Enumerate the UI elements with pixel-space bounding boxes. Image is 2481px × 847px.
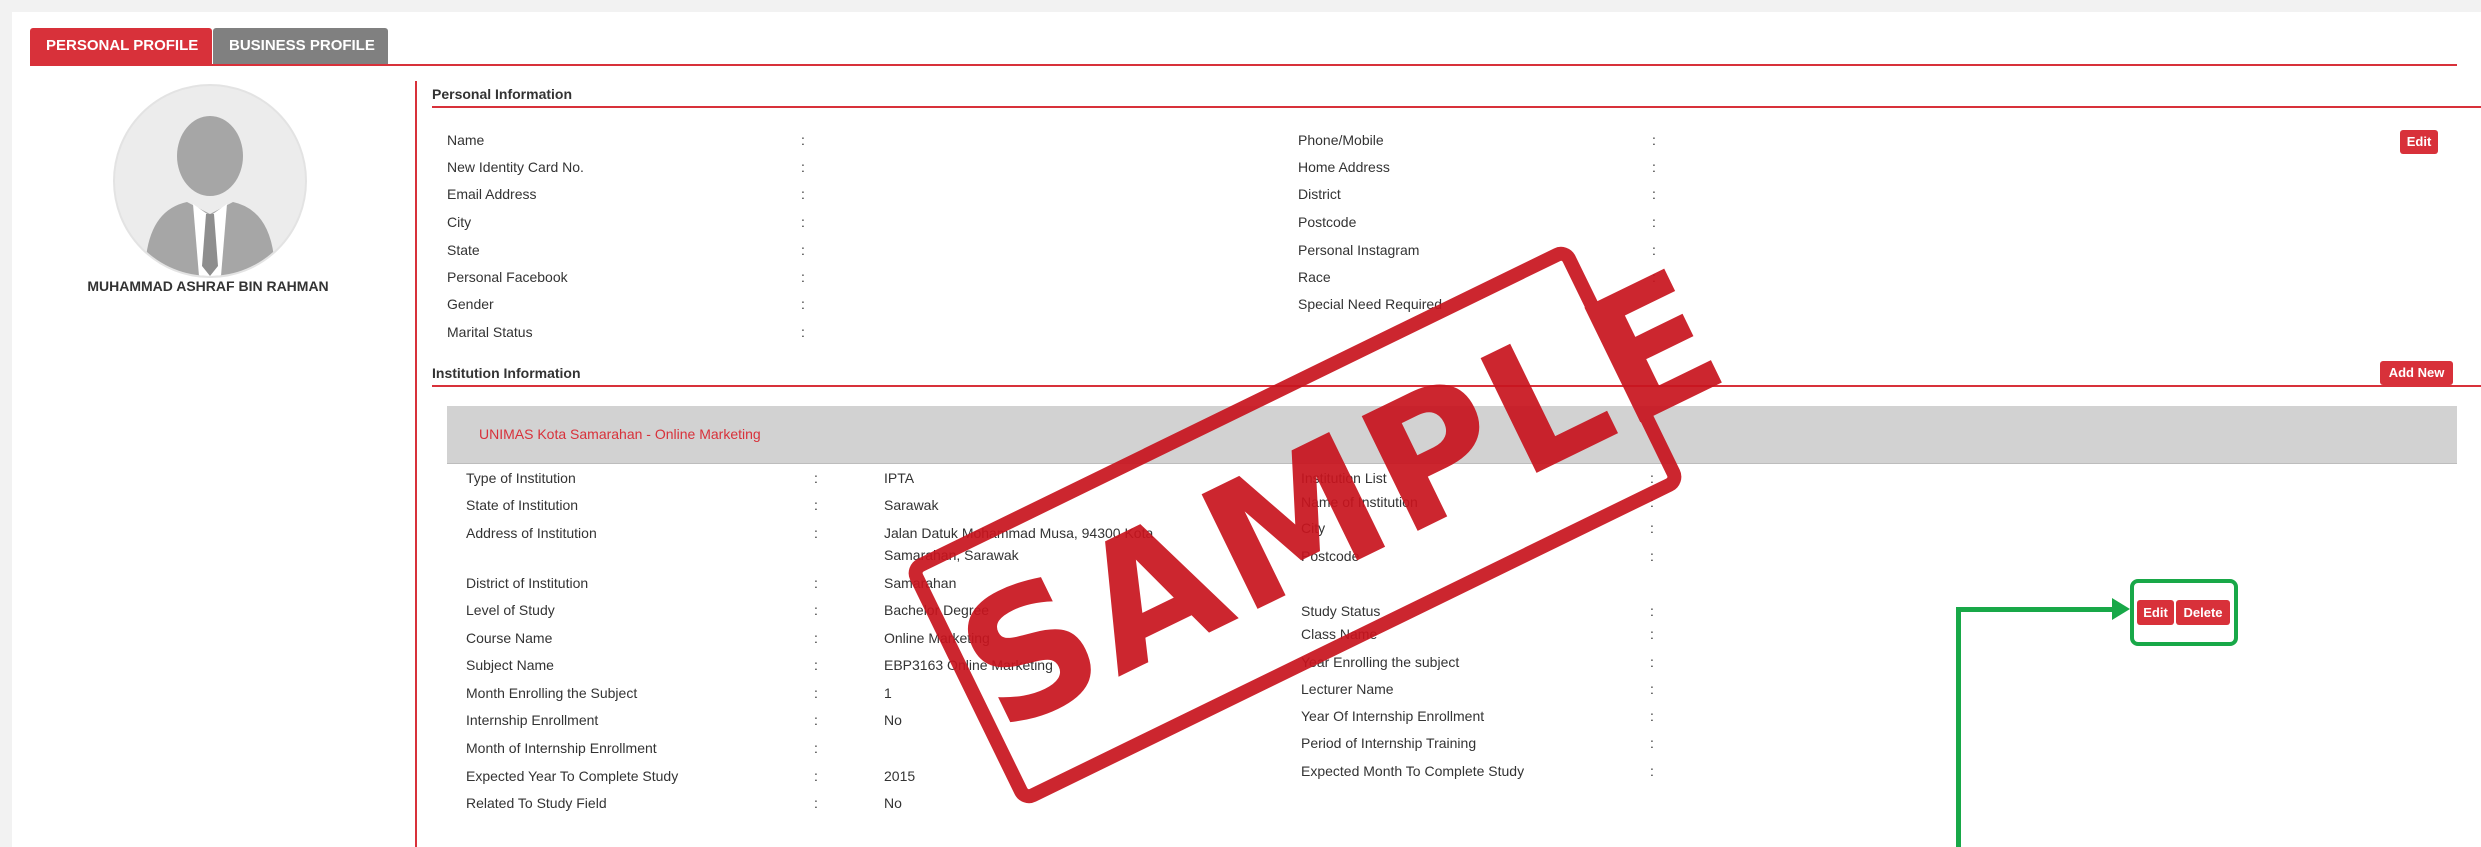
field-label: Level of Study bbox=[466, 602, 555, 618]
field-label: Period of Internship Training bbox=[1301, 735, 1477, 751]
field-label: Marital Status bbox=[447, 324, 533, 340]
colon: : bbox=[1650, 626, 1654, 642]
field-label: Name bbox=[447, 132, 485, 148]
field-label: Course Name bbox=[466, 630, 553, 646]
avatar bbox=[113, 84, 307, 278]
tab-business-profile[interactable]: BUSINESS PROFILE bbox=[213, 28, 388, 64]
colon: : bbox=[1652, 132, 1656, 148]
field-value: IPTA bbox=[884, 470, 915, 486]
colon: : bbox=[814, 470, 818, 486]
field-label: Expected Year To Complete Study bbox=[466, 768, 679, 784]
colon: : bbox=[814, 685, 818, 701]
tab-personal-profile[interactable]: PERSONAL PROFILE bbox=[30, 28, 212, 64]
column-divider bbox=[415, 81, 417, 847]
colon: : bbox=[814, 740, 818, 756]
colon: : bbox=[1652, 159, 1656, 175]
field-label: Year Of Internship Enrollment bbox=[1301, 708, 1485, 724]
colon: : bbox=[1652, 186, 1656, 202]
colon: : bbox=[814, 795, 818, 811]
field-label: Internship Enrollment bbox=[466, 712, 599, 728]
colon: : bbox=[1650, 681, 1654, 697]
field-label: Special Need Required bbox=[1298, 296, 1442, 312]
field-label: Expected Month To Complete Study bbox=[1301, 763, 1525, 779]
colon: : bbox=[1650, 763, 1654, 779]
colon: : bbox=[1650, 708, 1654, 724]
colon: : bbox=[814, 630, 818, 646]
field-label: Lecturer Name bbox=[1301, 681, 1394, 697]
colon: : bbox=[814, 602, 818, 618]
colon: : bbox=[801, 186, 805, 202]
colon: : bbox=[814, 497, 818, 513]
field-label: Phone/Mobile bbox=[1298, 132, 1384, 148]
colon: : bbox=[1652, 214, 1656, 230]
annotation-arrow-line bbox=[1956, 607, 1961, 847]
colon: : bbox=[801, 296, 805, 312]
field-value: No bbox=[884, 795, 902, 811]
add-new-institution-button[interactable]: Add New bbox=[2380, 361, 2453, 385]
field-label: Personal Facebook bbox=[447, 269, 568, 285]
institution-info-title: Institution Information bbox=[432, 365, 581, 381]
colon: : bbox=[814, 525, 818, 541]
field-label: Subject Name bbox=[466, 657, 554, 673]
colon: : bbox=[801, 242, 805, 258]
colon: : bbox=[814, 712, 818, 728]
field-label: Address of Institution bbox=[466, 525, 597, 541]
field-label: Related To Study Field bbox=[466, 795, 607, 811]
field-label: Race bbox=[1298, 269, 1331, 285]
colon: : bbox=[814, 657, 818, 673]
field-label: Personal Instagram bbox=[1298, 242, 1420, 258]
colon: : bbox=[1650, 735, 1654, 751]
field-label: Month Enrolling the Subject bbox=[466, 685, 638, 701]
field-label: State of Institution bbox=[466, 497, 579, 513]
annotation-arrow-line bbox=[1956, 607, 2116, 612]
field-label: Home Address bbox=[1298, 159, 1390, 175]
field-label: Email Address bbox=[447, 186, 537, 202]
field-value: 2015 bbox=[884, 768, 916, 784]
colon: : bbox=[1650, 654, 1654, 670]
colon: : bbox=[801, 214, 805, 230]
highlight-box bbox=[2130, 579, 2238, 646]
user-silhouette-icon bbox=[145, 116, 275, 276]
colon: : bbox=[801, 324, 805, 340]
colon: : bbox=[801, 132, 805, 148]
colon: : bbox=[1650, 603, 1654, 619]
colon: : bbox=[801, 269, 805, 285]
field-label: District bbox=[1298, 186, 1341, 202]
personal-info-line bbox=[432, 106, 2481, 108]
field-value: Sarawak bbox=[884, 497, 939, 513]
field-value: 1 bbox=[884, 685, 892, 701]
field-label: Postcode bbox=[1298, 214, 1357, 230]
colon: : bbox=[801, 159, 805, 175]
field-label: Gender bbox=[447, 296, 494, 312]
institution-item-title: UNIMAS Kota Samarahan - Online Marketing bbox=[479, 426, 761, 442]
colon: : bbox=[1650, 548, 1654, 564]
colon: : bbox=[814, 575, 818, 591]
colon: : bbox=[814, 768, 818, 784]
field-label: City bbox=[447, 214, 472, 230]
tab-underline bbox=[30, 64, 2457, 66]
field-label: Type of Institution bbox=[466, 470, 576, 486]
field-label: District of Institution bbox=[466, 575, 589, 591]
field-label: State bbox=[447, 242, 480, 258]
arrow-right-icon bbox=[2112, 598, 2130, 620]
profile-name: MUHAMMAD ASHRAF BIN RAHMAN bbox=[87, 278, 329, 294]
field-value: No bbox=[884, 712, 902, 728]
field-label: New Identity Card No. bbox=[447, 159, 584, 175]
field-label: Month of Internship Enrollment bbox=[466, 740, 657, 756]
colon: : bbox=[1650, 520, 1654, 536]
edit-personal-button[interactable]: Edit bbox=[2400, 130, 2438, 154]
personal-info-title: Personal Information bbox=[432, 86, 573, 102]
